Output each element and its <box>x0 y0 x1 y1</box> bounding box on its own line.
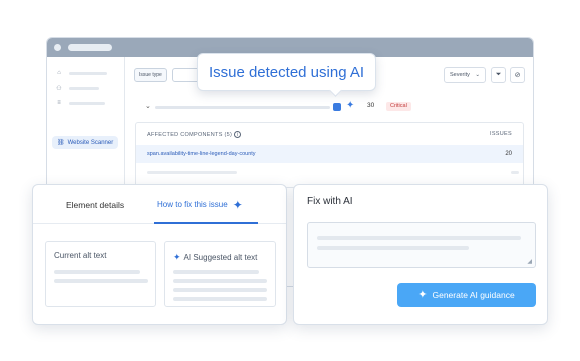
text-placeholder <box>54 270 140 274</box>
tab-how-to-fix[interactable]: How to fix this issue ✦ <box>157 185 243 224</box>
text-placeholder <box>173 270 259 274</box>
text-placeholder <box>54 279 148 283</box>
severity-select-label: Severity <box>450 72 470 78</box>
text-placeholder <box>173 279 267 283</box>
tab-element-details[interactable]: Element details <box>66 185 124 224</box>
list-icon: ≡ <box>57 100 61 106</box>
components-header-label: AFFECTED COMPONENTS (5) <box>147 131 233 138</box>
ai-detection-tooltip: Issue detected using AI <box>197 53 376 91</box>
table-row-placeholder <box>511 171 519 174</box>
ai-alt-text-title: ✦ AI Suggested alt text <box>173 251 257 263</box>
issues-header: ISSUES <box>490 131 512 137</box>
scene: ⌂ ⚇ ≡ ⛓ Website Scanner Issue type Sever… <box>0 0 580 361</box>
sidebar-item-website-scanner[interactable]: ⛓ Website Scanner <box>52 136 118 149</box>
window-dot <box>54 44 61 51</box>
panel-title: Current alt text <box>54 251 107 260</box>
tab-label: Element details <box>66 199 125 210</box>
filter-button[interactable]: ⏷ <box>491 67 506 83</box>
ai-sparkle-icon: ✦ <box>418 288 428 301</box>
ai-badge-icon <box>333 103 341 111</box>
home-icon: ⌂ <box>57 70 61 76</box>
ai-sparkle-icon: ✦ <box>346 100 355 111</box>
affected-components-table: AFFECTED COMPONENTS (5) i ISSUES span.ava… <box>135 122 524 188</box>
text-placeholder <box>317 236 521 240</box>
filter-chip-label: Issue type <box>139 72 162 78</box>
resize-handle-icon[interactable]: ◢ <box>527 258 532 265</box>
issue-row[interactable]: ⌄ ✦ 30 Critical <box>145 100 525 114</box>
severity-select[interactable]: Severity ⌄ <box>444 67 486 83</box>
issue-title-placeholder <box>155 106 330 109</box>
components-header: AFFECTED COMPONENTS (5) i <box>147 130 242 138</box>
issue-count: 30 <box>367 102 375 109</box>
generate-ai-guidance-button[interactable]: ✦ Generate AI guidance <box>397 283 536 307</box>
sidebar-item-users[interactable]: ⚇ <box>55 85 99 92</box>
tooltip-text: Issue detected using AI <box>208 63 365 81</box>
chevron-down-icon[interactable]: ⌄ <box>145 102 151 110</box>
sidebar-item-placeholder <box>69 87 99 90</box>
panel-title: AI Suggested alt text <box>183 252 258 262</box>
chevron-down-icon: ⌄ <box>475 72 480 78</box>
current-alt-text-title: Current alt text <box>54 251 106 260</box>
severity-badge: Critical <box>386 102 411 111</box>
table-row-placeholder <box>147 171 237 174</box>
tab-bar: Element details How to fix this issue ✦ <box>33 185 286 224</box>
current-alt-text-panel: Current alt text <box>45 241 156 307</box>
sidebar-item-placeholder <box>69 101 105 105</box>
info-icon[interactable]: i <box>234 130 242 138</box>
text-placeholder <box>173 297 267 301</box>
active-tab-indicator <box>154 222 258 224</box>
issue-details-card: Element details How to fix this issue ✦ … <box>32 184 287 325</box>
button-label: Generate AI guidance <box>432 290 515 300</box>
window-title-placeholder <box>68 44 112 51</box>
guidance-textarea[interactable]: ◢ <box>307 222 536 268</box>
ai-suggested-alt-text-panel: ✦ AI Suggested alt text <box>164 241 276 307</box>
ai-sparkle-icon: ✦ <box>173 252 181 262</box>
card-title: Fix with AI <box>307 196 353 207</box>
sidebar-item-label: Website Scanner <box>67 139 114 146</box>
tab-label: How to fix this issue <box>157 200 228 209</box>
filter-icon: ⏷ <box>495 71 502 78</box>
users-icon: ⚇ <box>56 86 62 92</box>
text-placeholder <box>173 288 267 292</box>
issue-type-filter-chip[interactable]: Issue type <box>134 68 167 82</box>
component-issue-count: 20 <box>505 151 512 157</box>
ai-sparkle-icon: ✦ <box>232 197 243 212</box>
fix-with-ai-card: Fix with AI ◢ ✦ Generate AI guidance <box>293 184 548 325</box>
sidebar-item-other[interactable]: ≡ <box>55 100 105 106</box>
hide-button[interactable]: ⊘ <box>510 67 525 83</box>
eye-off-icon: ⊘ <box>514 72 521 79</box>
component-selector[interactable]: span.availability-time-line-legend-day-c… <box>147 151 256 157</box>
table-row[interactable]: span.availability-time-line-legend-day-c… <box>136 145 523 163</box>
sidebar-item-placeholder <box>69 71 107 75</box>
sidebar-item-home[interactable]: ⌂ <box>55 70 107 76</box>
table-header: AFFECTED COMPONENTS (5) i ISSUES <box>136 123 523 145</box>
text-placeholder <box>317 246 469 250</box>
link-icon: ⛓ <box>57 140 65 146</box>
